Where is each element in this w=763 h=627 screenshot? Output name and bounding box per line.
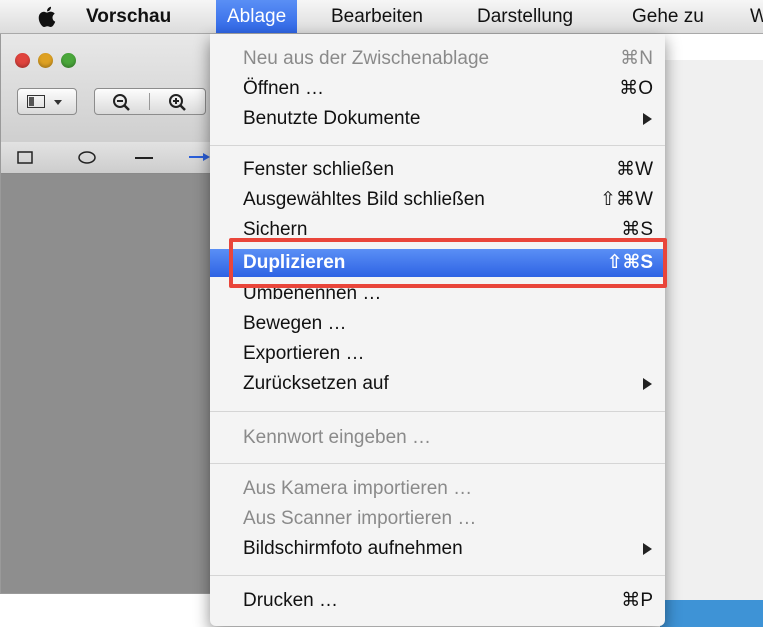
menu-separator bbox=[210, 411, 665, 412]
zoom-divider bbox=[149, 93, 150, 110]
zoom-out-icon[interactable] bbox=[112, 93, 132, 111]
menu-item-shortcut: ⌘P bbox=[621, 590, 653, 611]
menu-item-label: Aus Kamera importieren … bbox=[243, 478, 473, 499]
menu-item-drucken[interactable]: Drucken … ⌘P bbox=[210, 588, 665, 614]
menu-item-label: Drucken … bbox=[243, 590, 339, 611]
rectangle-tool-icon[interactable] bbox=[17, 151, 33, 164]
menu-item-label: Neu aus der Zwischenablage bbox=[243, 48, 490, 69]
menu-item-bewegen[interactable]: Bewegen … bbox=[210, 311, 665, 337]
menu-item-label: Exportieren … bbox=[243, 343, 365, 364]
menu-item-kennwort-eingeben: Kennwort eingeben … bbox=[210, 425, 665, 451]
highlight-callout-box bbox=[229, 238, 667, 288]
menu-bar: Vorschau Ablage Bearbeiten Darstellung G… bbox=[0, 0, 763, 34]
arrow-tool-icon[interactable] bbox=[189, 152, 211, 162]
menu-item-exportieren[interactable]: Exportieren … bbox=[210, 341, 665, 367]
menu-item-oeffnen[interactable]: Öffnen … ⌘O bbox=[210, 76, 665, 102]
menu-item-shortcut: ⇧⌘W bbox=[600, 189, 653, 210]
menu-item-benutzte-dokumente[interactable]: Benutzte Dokumente bbox=[210, 106, 665, 132]
menu-item-ausgewaehltes-bild-schliessen[interactable]: Ausgewähltes Bild schließen ⇧⌘W bbox=[210, 187, 665, 213]
menu-item-label: Ausgewähltes Bild schließen bbox=[243, 189, 485, 210]
sidebar-view-icon bbox=[27, 95, 62, 108]
menu-item-label: Kennwort eingeben … bbox=[243, 427, 432, 448]
menu-item-shortcut: ⌘O bbox=[619, 78, 653, 99]
menu-item-label: Öffnen … bbox=[243, 78, 324, 99]
close-window-button[interactable] bbox=[15, 53, 30, 68]
menu-separator bbox=[210, 575, 665, 576]
submenu-arrow-icon bbox=[643, 378, 652, 390]
menu-item-label: Bildschirmfoto aufnehmen bbox=[243, 538, 463, 559]
menu-item-label: Aus Scanner importieren … bbox=[243, 508, 477, 529]
background-blue-element bbox=[660, 600, 763, 627]
oval-tool-icon[interactable] bbox=[78, 151, 96, 164]
ablage-menu: Neu aus der Zwischenablage ⌘N Öffnen … ⌘… bbox=[210, 34, 665, 626]
view-menu-button[interactable] bbox=[17, 88, 77, 115]
menu-item-bildschirmfoto-aufnehmen[interactable]: Bildschirmfoto aufnehmen bbox=[210, 536, 665, 562]
menu-item-label: Fenster schließen bbox=[243, 159, 395, 180]
menu-ablage[interactable]: Ablage bbox=[216, 0, 298, 33]
menu-truncated[interactable]: W bbox=[750, 0, 763, 33]
zoom-window-button[interactable] bbox=[61, 53, 76, 68]
menu-item-neu-aus-zwischenablage: Neu aus der Zwischenablage ⌘N bbox=[210, 46, 665, 72]
menu-item-shortcut: ⌘W bbox=[616, 159, 653, 180]
menu-separator bbox=[210, 145, 665, 146]
submenu-arrow-icon bbox=[643, 543, 652, 555]
menu-item-label: Zurücksetzen auf bbox=[243, 373, 389, 394]
menu-darstellung[interactable]: Darstellung bbox=[477, 0, 573, 33]
menu-item-aus-scanner-importieren: Aus Scanner importieren … bbox=[210, 506, 665, 532]
menu-bearbeiten[interactable]: Bearbeiten bbox=[331, 0, 423, 33]
apple-icon[interactable] bbox=[37, 5, 59, 29]
zoom-in-icon[interactable] bbox=[168, 93, 188, 111]
menu-item-label: Benutzte Dokumente bbox=[243, 108, 421, 129]
minimize-window-button[interactable] bbox=[38, 53, 53, 68]
menu-item-shortcut: ⌘N bbox=[620, 48, 653, 69]
menu-item-label: Bewegen … bbox=[243, 313, 347, 334]
line-tool-icon[interactable] bbox=[135, 156, 153, 160]
menu-vorschau[interactable]: Vorschau bbox=[86, 0, 171, 33]
submenu-arrow-icon bbox=[643, 113, 652, 125]
menu-item-fenster-schliessen[interactable]: Fenster schließen ⌘W bbox=[210, 157, 665, 183]
background-window-right bbox=[665, 60, 763, 627]
menu-separator bbox=[210, 463, 665, 464]
menu-item-aus-kamera-importieren: Aus Kamera importieren … bbox=[210, 476, 665, 502]
zoom-buttons bbox=[94, 88, 206, 115]
menu-item-zuruecksetzen-auf[interactable]: Zurücksetzen auf bbox=[210, 371, 665, 397]
menu-gehe-zu[interactable]: Gehe zu bbox=[632, 0, 704, 33]
